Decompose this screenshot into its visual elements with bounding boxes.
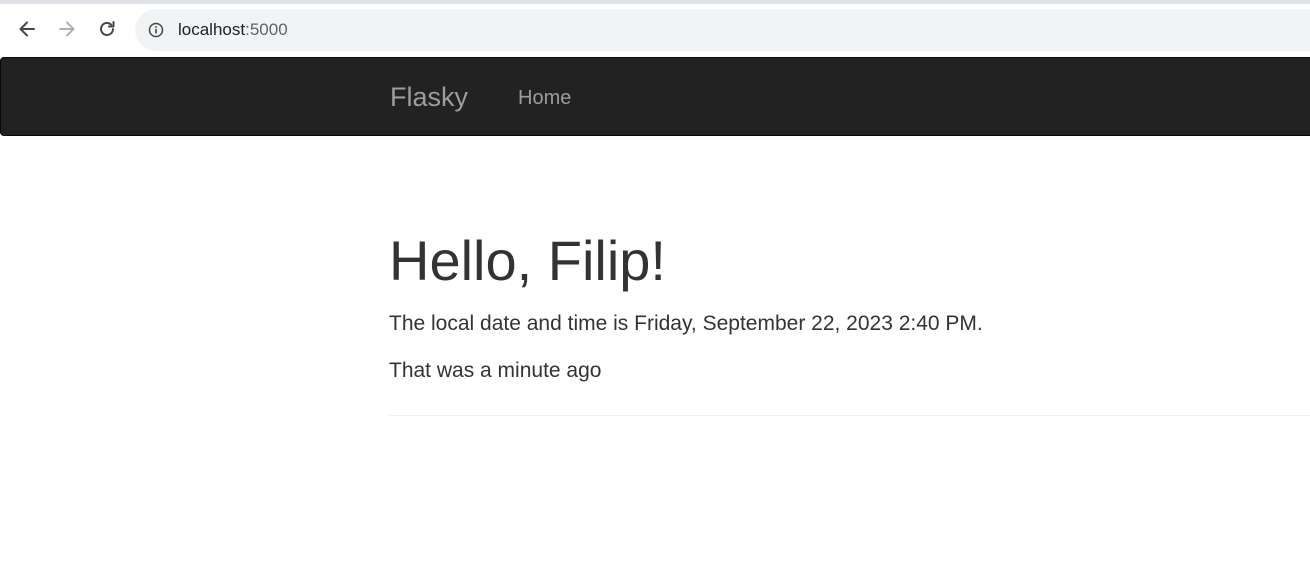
url-text[interactable]: localhost:5000 (178, 20, 288, 40)
brand-link[interactable]: Flasky (390, 81, 468, 113)
relative-time-text: That was a minute ago (389, 359, 602, 382)
site-navbar: Flasky Home (0, 57, 1310, 136)
browser-toolbar: localhost:5000 (0, 0, 1310, 57)
url-host: localhost (178, 20, 246, 39)
info-circle-icon[interactable] (148, 22, 164, 38)
url-port: :5000 (245, 20, 288, 39)
nav-item-home[interactable]: Home (518, 86, 571, 110)
reload-button[interactable] (93, 15, 121, 43)
header-divider (389, 415, 1310, 416)
arrow-right-icon (59, 21, 75, 37)
address-bar[interactable]: localhost:5000 (135, 9, 1310, 51)
page-title: Hello, Filip! (389, 229, 666, 292)
page-header: Hello, Filip! The local date and time is… (389, 228, 1310, 382)
arrow-left-icon (19, 21, 35, 37)
local-datetime-text: The local date and time is Friday, Septe… (389, 312, 983, 335)
back-button[interactable] (13, 15, 41, 43)
reload-icon (100, 21, 115, 36)
tab-strip-edge (0, 0, 1310, 4)
forward-button[interactable] (53, 15, 81, 43)
